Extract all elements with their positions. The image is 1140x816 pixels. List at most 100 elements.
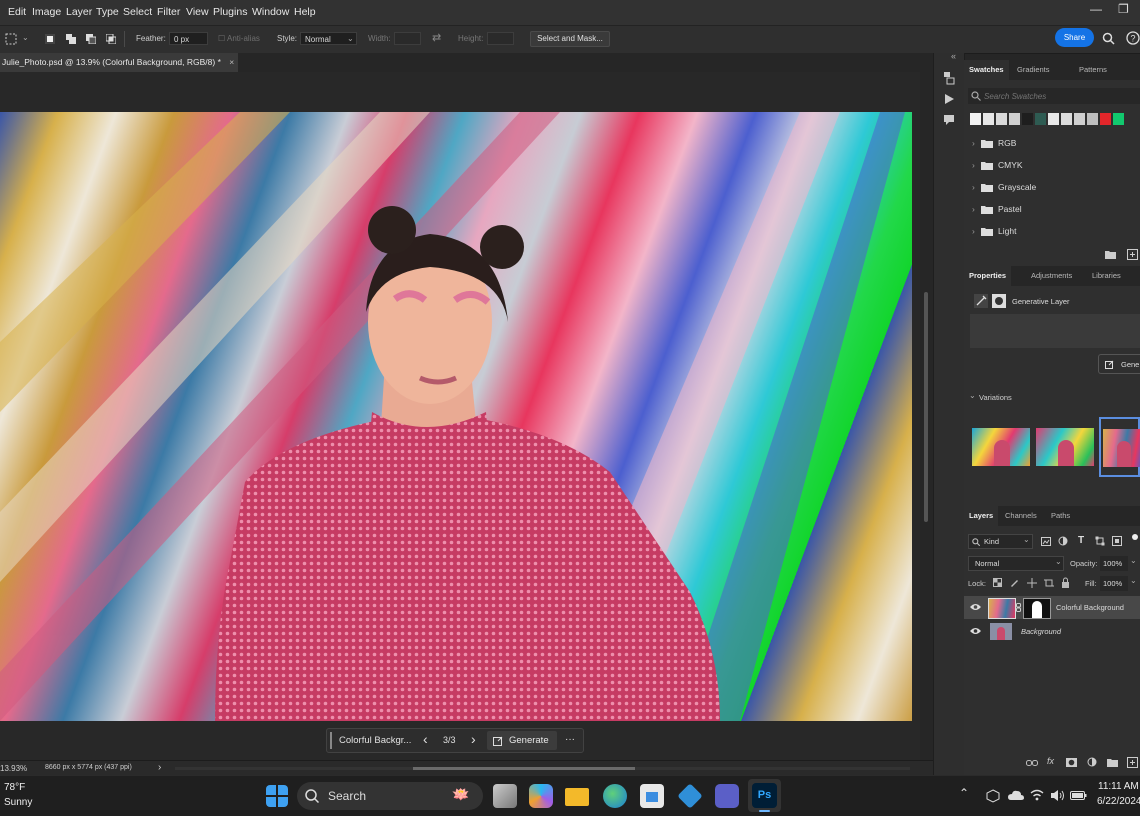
tab-paths[interactable]: Paths [1046,506,1075,526]
menu-image[interactable]: Image [32,0,61,25]
vertical-scroll-thumb[interactable] [924,292,928,522]
help-icon[interactable]: ? [1126,31,1140,45]
swatch-color[interactable] [1009,113,1020,125]
windows-start-icon[interactable] [266,785,288,807]
swatch-folder-light[interactable]: › Light [964,221,1140,241]
link-icon[interactable] [1016,603,1021,612]
comment-icon[interactable] [943,114,955,126]
lock-all-icon[interactable] [1061,577,1070,588]
swatch-color[interactable] [1035,113,1046,125]
feather-input[interactable]: 0 px [169,32,208,45]
prompt-field[interactable] [970,314,1140,348]
horizontal-scrollbar[interactable] [175,767,910,770]
tab-libraries[interactable]: Libraries [1087,266,1126,286]
swatch-color[interactable] [1087,113,1098,125]
swatch-color[interactable] [1074,113,1085,125]
filter-type-icon[interactable]: T [1078,535,1084,546]
layer-row-background[interactable]: Background [964,620,1140,643]
lock-transparent-icon[interactable] [993,578,1002,587]
layer-name[interactable]: Colorful Background [1056,603,1124,612]
swatch-folder-cmyk[interactable]: › CMYK [964,155,1140,175]
width-input[interactable] [394,32,421,45]
store-icon[interactable] [640,784,664,808]
swatch-folder-rgb[interactable]: › RGB [964,133,1140,153]
filter-toggle[interactable] [1132,534,1138,540]
wifi-icon[interactable] [1030,789,1044,801]
marquee-icon[interactable] [5,33,17,45]
lock-position-icon[interactable] [1027,578,1037,588]
swatch-color[interactable] [1048,113,1059,125]
swatch-color[interactable] [1100,113,1111,125]
new-layer-icon[interactable] [1127,757,1138,768]
lock-artboard-icon[interactable] [1044,578,1054,588]
variation-thumbnail-1[interactable] [972,428,1030,466]
close-icon[interactable]: × [229,57,234,67]
filter-pixel-icon[interactable] [1041,537,1051,546]
tab-gradients[interactable]: Gradients [1012,60,1055,80]
clock-time[interactable]: 11:11 AM [1098,781,1139,792]
tab-channels[interactable]: Channels [1000,506,1042,526]
swatch-color[interactable] [983,113,994,125]
eye-icon[interactable] [970,627,981,635]
system-tray-app-icon[interactable] [986,789,1000,803]
document-tab[interactable]: Julie_Photo.psd @ 13.9% (Colorful Backgr… [0,53,238,72]
more-options-icon[interactable]: ··· [565,734,575,745]
height-input[interactable] [487,32,514,45]
minimize-icon[interactable]: — [1090,2,1102,16]
variation-thumbnail-2[interactable] [1036,428,1094,466]
battery-icon[interactable] [1070,791,1087,800]
swatch-folder-grayscale[interactable]: › Grayscale [964,177,1140,197]
play-icon[interactable] [943,93,955,105]
chevron-down-icon[interactable]: ⌄ [969,391,976,400]
photoshop-taskbar-button[interactable]: Ps [748,779,781,812]
fill-input[interactable]: 100% [1100,576,1128,591]
fx-icon[interactable]: fx [1047,756,1054,766]
previous-variation-button[interactable]: ‹ [423,731,428,747]
new-group-icon[interactable] [1107,758,1118,767]
next-variation-button[interactable]: › [471,731,476,747]
chevron-down-icon[interactable]: ⌄ [22,33,29,42]
variation-thumbnail-3-selected[interactable] [1099,417,1140,477]
select-and-mask-button[interactable]: Select and Mask... [530,31,610,47]
blend-mode-select[interactable]: Normal ⌄ [968,556,1064,571]
chevron-down-icon[interactable]: ⌄ [1130,556,1137,565]
edge-icon[interactable] [603,784,627,808]
swatch-color[interactable] [1022,113,1033,125]
subtract-selection-icon[interactable] [86,34,96,44]
intersect-selection-icon[interactable] [106,34,116,44]
swatch-color[interactable] [1061,113,1072,125]
tab-adjustments[interactable]: Adjustments [1026,266,1077,286]
task-view-icon[interactable] [493,784,517,808]
tab-properties[interactable]: Properties [964,266,1012,286]
tab-swatches[interactable]: Swatches [964,60,1009,80]
tab-layers[interactable]: Layers [964,506,999,526]
swatch-color[interactable] [970,113,981,125]
copilot-icon[interactable] [529,784,553,808]
canvas-image[interactable] [0,112,912,721]
onedrive-icon[interactable] [1008,790,1024,801]
adjustment-layer-icon[interactable] [1087,757,1097,767]
layer-row-colorful-background[interactable]: Colorful Background [964,596,1140,619]
teams-icon[interactable] [715,784,739,808]
weather-temp[interactable]: 78°F [4,782,25,793]
link-layers-icon[interactable] [1026,759,1038,767]
vertical-scrollbar[interactable] [920,72,933,760]
new-selection-icon[interactable] [45,34,55,44]
status-menu-arrow[interactable]: › [158,762,161,773]
new-swatch-icon[interactable] [1127,249,1138,260]
file-explorer-icon[interactable] [565,788,589,806]
menu-plugins[interactable]: Plugins [213,0,247,25]
menu-layer[interactable]: Layer [66,0,92,25]
zoom-level[interactable]: 13.93% [0,764,27,773]
menu-filter[interactable]: Filter [157,0,180,25]
search-icon[interactable] [1102,32,1115,45]
new-group-icon[interactable] [1105,250,1116,259]
swatch-color[interactable] [1113,113,1124,125]
generate-button[interactable]: Gene [1098,354,1140,374]
layer-mask-thumbnail[interactable] [1023,598,1051,619]
add-mask-icon[interactable] [1066,758,1077,767]
swatch-search-input[interactable] [984,88,1134,104]
volume-icon[interactable] [1050,789,1065,802]
tab-patterns[interactable]: Patterns [1074,60,1112,80]
antialias-checkbox[interactable]: ☐ [218,34,225,43]
